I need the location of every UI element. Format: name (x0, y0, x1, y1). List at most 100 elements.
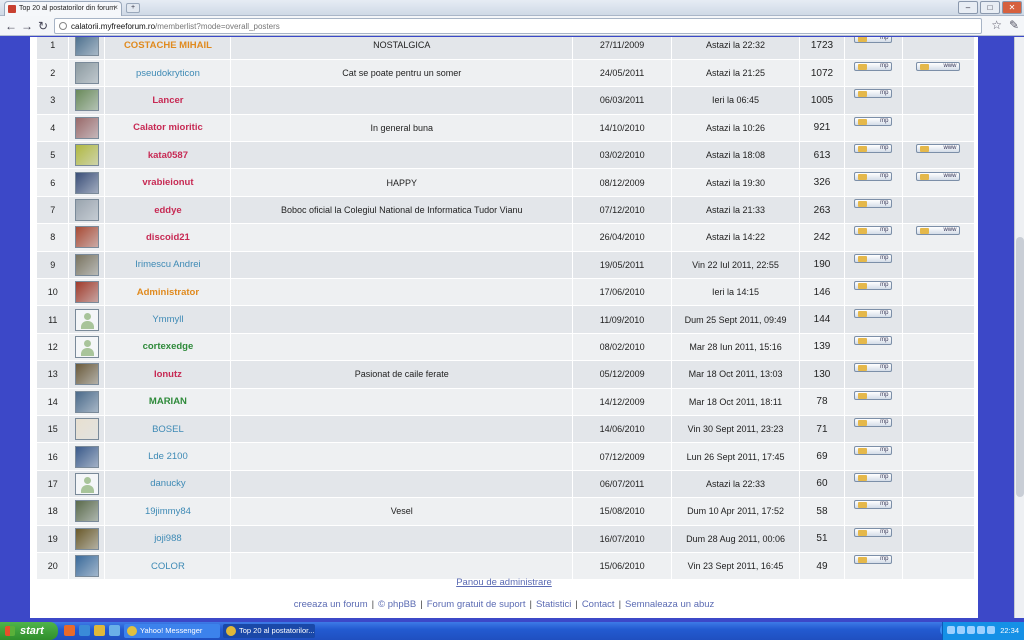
internet-explorer-icon[interactable] (79, 625, 90, 636)
private-message-button[interactable]: mp (854, 308, 893, 318)
minimize-button[interactable]: – (958, 1, 978, 14)
maximize-button[interactable]: □ (980, 1, 1000, 14)
username-link[interactable]: eddye (154, 205, 181, 216)
bookmark-star-icon[interactable]: ☆ (991, 18, 1002, 32)
avatar[interactable] (74, 62, 99, 85)
private-message-button[interactable]: mp (854, 62, 893, 72)
avatar[interactable] (74, 555, 99, 578)
private-message-button[interactable]: mp (854, 527, 893, 537)
avatar[interactable] (74, 37, 99, 57)
website-button[interactable]: www (916, 226, 961, 236)
scroll-thumb[interactable] (1016, 237, 1024, 497)
taskbar-chrome-window[interactable]: Top 20 al postatorilor... (223, 624, 315, 638)
admin-panel-link[interactable]: Panou de administrare (30, 577, 978, 588)
rank-cell: 20 (37, 552, 70, 581)
username-link[interactable]: Lancer (152, 95, 183, 106)
create-forum-link[interactable]: creeaza un forum (294, 599, 368, 610)
close-window-button[interactable]: ✕ (1002, 1, 1022, 14)
avatar[interactable] (74, 144, 99, 167)
avatar[interactable] (74, 171, 99, 194)
new-tab-button[interactable]: + (126, 3, 140, 13)
username-link[interactable]: Ionutz (154, 369, 182, 380)
website-button[interactable]: www (916, 144, 961, 154)
private-message-button[interactable]: mp (854, 281, 893, 291)
taskbar-yahoo-messenger[interactable]: Yahoo! Messenger (124, 624, 220, 638)
avatar[interactable] (74, 89, 99, 112)
avatar[interactable] (74, 253, 99, 276)
messenger-tray-icon[interactable] (967, 626, 975, 634)
private-message-button[interactable]: mp (854, 89, 893, 99)
firefox-icon[interactable] (64, 625, 75, 636)
forward-icon[interactable]: → (20, 19, 34, 33)
username-link[interactable]: 19jimmy84 (145, 506, 191, 517)
chrome-icon[interactable] (94, 625, 105, 636)
back-icon[interactable]: ← (4, 19, 18, 33)
username-link[interactable]: pseudokryticon (136, 68, 200, 79)
website-button[interactable]: www (916, 62, 961, 72)
private-message-button[interactable]: mp (854, 472, 893, 482)
username-link[interactable]: Ymmyll (152, 314, 183, 325)
private-message-button[interactable]: mp (854, 37, 893, 44)
avatar[interactable] (74, 500, 99, 523)
tab-close-icon[interactable]: × (113, 3, 118, 12)
network-icon[interactable] (947, 626, 955, 634)
avatar[interactable] (74, 226, 99, 249)
private-message-button[interactable]: mp (854, 418, 893, 428)
private-message-button[interactable]: mp (854, 445, 893, 455)
antivirus-icon[interactable] (977, 626, 985, 634)
username-link[interactable]: Irimescu Andrei (135, 259, 200, 270)
username-link[interactable]: joji988 (154, 533, 181, 544)
username-link[interactable]: Administrator (137, 287, 199, 298)
avatar[interactable] (74, 363, 99, 386)
username-link[interactable]: Lde 2100 (148, 451, 188, 462)
private-message-button[interactable]: mp (854, 390, 893, 400)
avatar[interactable] (74, 472, 99, 495)
reload-icon[interactable]: ↻ (36, 19, 50, 33)
media-player-icon[interactable] (109, 625, 120, 636)
website-button[interactable]: www (916, 171, 961, 181)
avatar[interactable] (74, 445, 99, 468)
report-abuse-link[interactable]: Semnaleaza un abuz (625, 599, 714, 610)
username-link[interactable]: COLOR (151, 561, 185, 572)
username-link[interactable]: COSTACHE MIHAIL (124, 40, 212, 51)
support-forum-link[interactable]: Forum gratuit de suport (427, 599, 526, 610)
private-message-button[interactable]: mp (854, 555, 893, 565)
avatar[interactable] (74, 527, 99, 550)
username-link[interactable]: discoid21 (146, 232, 190, 243)
avatar[interactable] (74, 335, 99, 358)
statistics-link[interactable]: Statistici (536, 599, 571, 610)
username-link[interactable]: BOSEL (152, 424, 184, 435)
avatar[interactable] (74, 418, 99, 441)
signature-cell: NOSTALGICA (230, 37, 574, 60)
active-tab[interactable]: Top 20 al postatorilor din forum × (4, 1, 122, 16)
contact-link[interactable]: Contact (582, 599, 615, 610)
private-message-button[interactable]: mp (854, 144, 893, 154)
private-message-button[interactable]: mp (854, 363, 893, 373)
wrench-menu-icon[interactable]: ✎ (1009, 18, 1019, 32)
private-message-button[interactable]: mp (854, 335, 893, 345)
avatar[interactable] (74, 116, 99, 139)
start-button[interactable]: start (0, 622, 58, 640)
private-message-button[interactable]: mp (854, 116, 893, 126)
avatar[interactable] (74, 308, 99, 331)
private-message-button[interactable]: mp (854, 199, 893, 209)
username-link[interactable]: cortexedge (143, 341, 194, 352)
avatar[interactable] (74, 199, 99, 222)
last-visit-cell: Astazi la 19:30 (671, 168, 800, 197)
page-scrollbar[interactable] (1014, 37, 1024, 618)
private-message-button[interactable]: mp (854, 226, 893, 236)
username-link[interactable]: Calator mioritic (133, 122, 203, 133)
username-link[interactable]: MARIAN (149, 396, 187, 407)
avatar[interactable] (74, 281, 99, 304)
phpbb-link[interactable]: © phpBB (378, 599, 416, 610)
address-bar[interactable]: calatorii.myfreeforum.ro/memberlist?mode… (54, 18, 982, 34)
username-link[interactable]: danucky (150, 478, 185, 489)
volume-icon[interactable] (957, 626, 965, 634)
update-icon[interactable] (987, 626, 995, 634)
private-message-button[interactable]: mp (854, 253, 893, 263)
private-message-button[interactable]: mp (854, 171, 893, 181)
avatar[interactable] (74, 390, 99, 413)
private-message-button[interactable]: mp (854, 500, 893, 510)
username-link[interactable]: vrabieionut (142, 177, 193, 188)
username-link[interactable]: kata0587 (148, 150, 188, 161)
